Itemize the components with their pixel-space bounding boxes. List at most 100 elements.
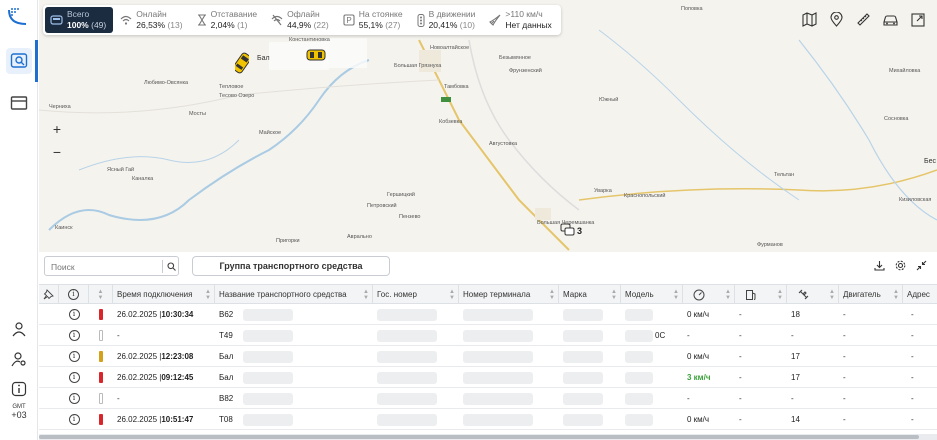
table-row[interactable]: i - В82 - - - - -: [39, 388, 937, 409]
col-connect-time[interactable]: Время подключения ▲ ▼: [113, 285, 215, 304]
status-indicator: [89, 325, 113, 346]
map-monitoring-button[interactable]: [6, 48, 32, 74]
connect-time: 09:12:45: [161, 373, 194, 382]
col-address[interactable]: Адрес: [903, 285, 937, 304]
reports-button[interactable]: [6, 90, 32, 116]
speed-cell: -: [687, 394, 690, 403]
info-column-header[interactable]: i: [59, 285, 89, 304]
col-label: Двигатель: [843, 290, 881, 299]
map-layers-button[interactable]: [800, 10, 819, 29]
collapse-icon[interactable]: [916, 260, 927, 271]
pin-column-header[interactable]: [39, 285, 59, 304]
search-input[interactable]: [51, 260, 159, 273]
search-box: [44, 256, 179, 276]
vehicle-name-cell[interactable]: В82: [219, 388, 373, 409]
address-cell: -: [911, 373, 914, 382]
folder-icon: [10, 96, 28, 110]
col-speed[interactable]: ▲ ▼: [683, 285, 735, 304]
col-brand[interactable]: Марка ▲ ▼: [559, 285, 621, 304]
info-button[interactable]: [6, 376, 32, 402]
table-row[interactable]: i 26.02.2025 | 09:12:45 Бал 3 км/ч - 17 - -: [39, 367, 937, 388]
vehicles-button[interactable]: [881, 10, 900, 29]
row-info-button[interactable]: i: [59, 346, 89, 367]
timezone-indicator: GMT +03: [0, 404, 38, 420]
vehicle-name-cell[interactable]: Бал: [219, 346, 373, 367]
info-icon: i: [68, 414, 80, 425]
fuel-cell: -: [739, 310, 742, 319]
engine-cell: -: [843, 352, 846, 361]
redacted-block: [563, 350, 603, 363]
search-button[interactable]: [165, 260, 178, 273]
row-info-button[interactable]: i: [59, 388, 89, 409]
scrollbar-thumb[interactable]: [39, 435, 919, 439]
redacted-block: [625, 371, 653, 384]
map-place: Большая Грязнуха: [394, 63, 442, 69]
vehicle-name-cell[interactable]: В62: [219, 304, 373, 325]
satellite-icon: [798, 289, 809, 300]
sort-icon: ▲ ▼: [829, 288, 835, 301]
satellites-cell: -: [791, 394, 794, 403]
row-info-button[interactable]: i: [59, 325, 89, 346]
address-cell: -: [911, 352, 914, 361]
map-place: Любимо-Овсянка: [144, 80, 189, 86]
col-fuel[interactable]: ▲ ▼: [735, 285, 787, 304]
speed-cell: 0 км/ч: [687, 415, 710, 424]
map-tools: [800, 10, 927, 29]
profile-button[interactable]: [6, 316, 32, 342]
col-vehicle-name[interactable]: Название транспортного средства ▲ ▼: [215, 285, 373, 304]
stat-count: (10): [459, 20, 475, 30]
row-info-button[interactable]: i: [59, 367, 89, 388]
download-icon[interactable]: [874, 260, 885, 271]
vehicle-name-cell[interactable]: Т49: [219, 325, 373, 346]
table-row[interactable]: i - Т49 0С - - - - -: [39, 325, 937, 346]
vehicle-cluster-icon[interactable]: [560, 221, 576, 237]
horizontal-scrollbar[interactable]: [39, 434, 937, 440]
redacted-block: [377, 329, 437, 342]
stat-count: (22): [313, 20, 329, 30]
zoom-out-button[interactable]: −: [49, 144, 65, 160]
vehicle-name-cell[interactable]: Т08: [219, 409, 373, 430]
col-terminal[interactable]: Номер терминала ▲ ▼: [459, 285, 559, 304]
map-place: Фрунзенский: [509, 68, 542, 74]
table-row[interactable]: i 26.02.2025 | 10:51:47 Т08 0 км/ч - 14 - -: [39, 409, 937, 430]
col-satellites[interactable]: ▲ ▼: [787, 285, 839, 304]
stat-total[interactable]: Всего 100% (49): [45, 7, 114, 33]
stat-lagging[interactable]: Отставание 2,04% (1): [192, 7, 265, 33]
stat-count: (27): [385, 20, 401, 30]
table-row[interactable]: i 26.02.2025 | 10:30:34 В62 0 км/ч - 18 - -: [39, 304, 937, 325]
stat-online[interactable]: Онлайн 26,53% (13): [115, 7, 189, 33]
vehicle-group-button[interactable]: Группа транспортного средства: [192, 256, 390, 276]
row-info-button[interactable]: i: [59, 409, 89, 430]
geofence-button[interactable]: [827, 10, 846, 29]
stat-offline[interactable]: Офлайн 44,9% (22): [266, 7, 336, 33]
user-icon: [12, 322, 26, 337]
fullscreen-button[interactable]: [908, 10, 927, 29]
stat-overspeed[interactable]: >110 км/ч Нет данных: [484, 7, 558, 33]
vehicle-marker-icon[interactable]: [306, 48, 326, 62]
map-place: Кизиловская: [899, 197, 932, 203]
address-cell: -: [911, 310, 914, 319]
row-info-button[interactable]: i: [59, 304, 89, 325]
map-background: [39, 29, 937, 251]
col-model[interactable]: Модель ▲ ▼: [621, 285, 683, 304]
map-place: Сосновка: [884, 116, 909, 122]
vehicle-name: Т08: [219, 415, 233, 424]
zoom-in-button[interactable]: +: [49, 121, 65, 137]
status-column-header[interactable]: ▲ ▼: [89, 285, 113, 304]
map-view[interactable]: Поповка Новоалтайское Константиновка Бол…: [39, 0, 937, 252]
engine-cell: -: [843, 310, 846, 319]
col-plate[interactable]: Гос. номер ▲ ▼: [373, 285, 459, 304]
user-settings-button[interactable]: [6, 346, 32, 372]
vehicle-marker-icon[interactable]: [235, 52, 249, 74]
stat-parked[interactable]: P На стоянке 55,1% (27): [338, 7, 410, 33]
col-label: Модель: [625, 290, 654, 299]
vehicle-name-cell[interactable]: Бал: [219, 367, 373, 388]
brand-cell: [563, 304, 621, 325]
stat-label: На стоянке: [358, 9, 403, 19]
settings-icon[interactable]: [895, 260, 906, 271]
col-engine[interactable]: Двигатель ▲ ▼: [839, 285, 903, 304]
stat-label: Онлайн: [136, 9, 167, 19]
stat-moving[interactable]: В движении 20,41% (10): [412, 7, 483, 33]
table-row[interactable]: i 26.02.2025 | 12:23:08 Бал 0 км/ч - 17 - -: [39, 346, 937, 367]
ruler-button[interactable]: [854, 10, 873, 29]
